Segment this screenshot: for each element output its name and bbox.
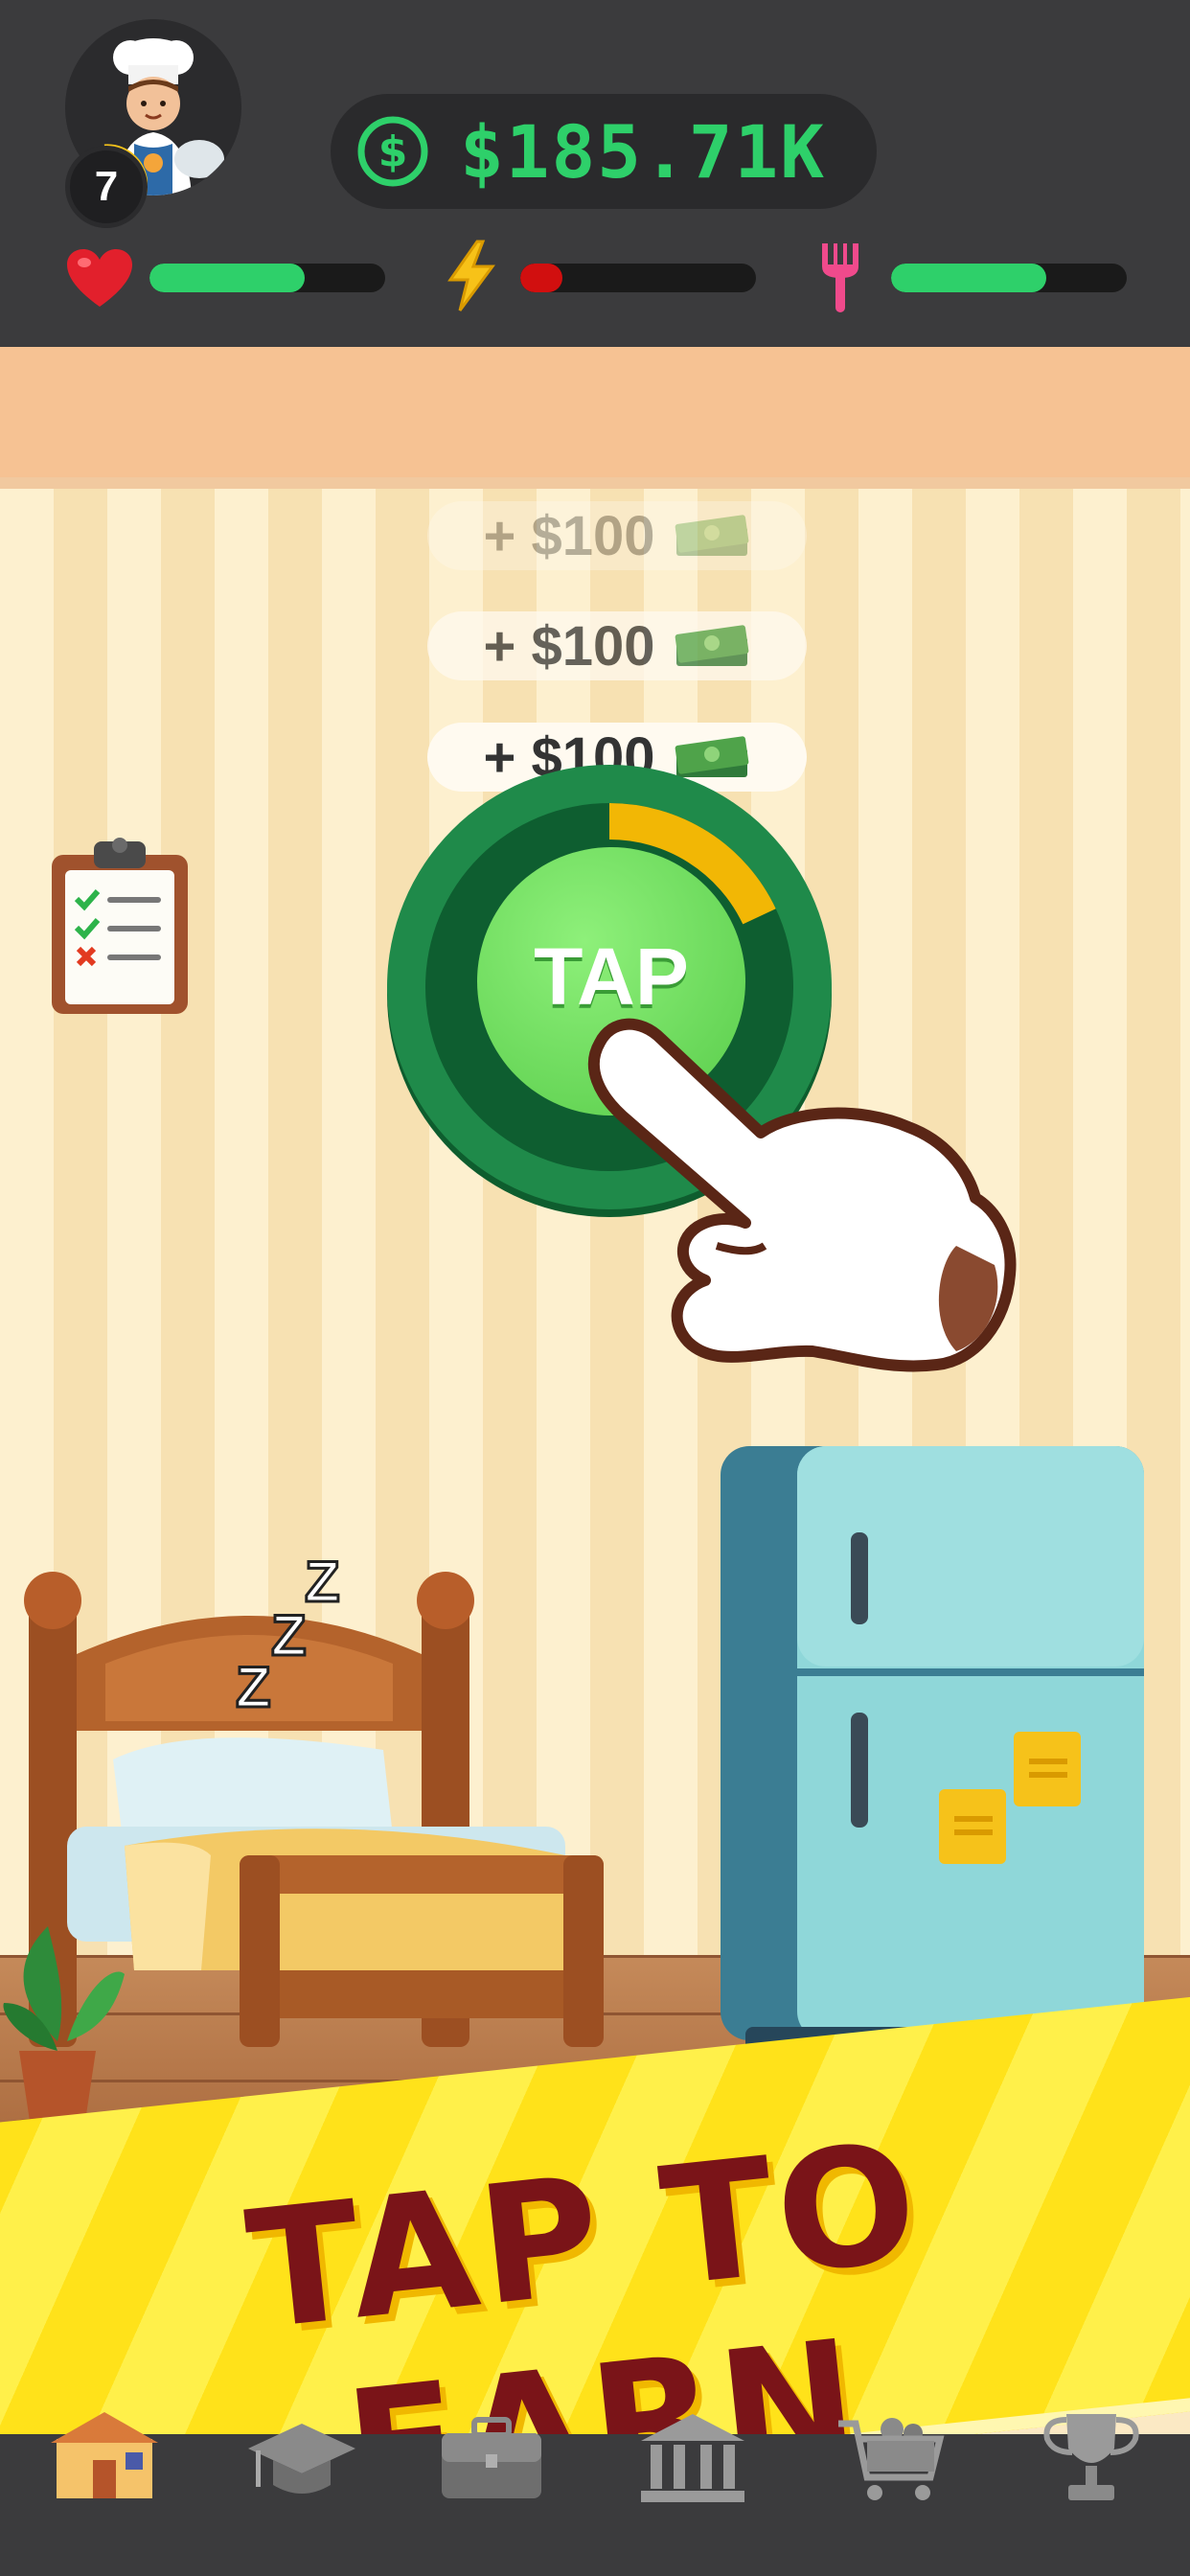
nav-item-home[interactable]	[42, 2396, 167, 2520]
nav-item-education[interactable]	[240, 2396, 364, 2520]
energy-bar	[520, 264, 756, 292]
graduation-cap-icon	[248, 2424, 355, 2494]
food-bar-fill	[891, 264, 1047, 292]
wall-trim	[0, 477, 1190, 489]
fridge-icon[interactable]	[717, 1442, 1148, 2058]
svg-text:$: $	[378, 127, 408, 176]
house-icon	[51, 2412, 158, 2498]
briefcase-icon	[442, 2417, 541, 2498]
nav-item-bank[interactable]	[630, 2396, 755, 2520]
dollar-icon: $	[357, 116, 428, 187]
energy-bar-fill	[520, 264, 563, 292]
reward-label: + $100	[483, 614, 655, 678]
health-bar-fill	[149, 264, 306, 292]
trophy-icon	[1043, 2414, 1139, 2500]
pointing-hand-icon	[587, 1018, 1017, 1372]
food-bar	[891, 264, 1127, 292]
lightning-icon	[447, 240, 495, 311]
money-display: $ $185.71K	[331, 94, 877, 209]
reward-label: + $100	[483, 504, 655, 567]
money-amount: $185.71K	[460, 108, 827, 195]
sleep-z: Z	[235, 1654, 273, 1721]
reward-popup: + $100	[427, 501, 807, 570]
sleep-z: Z	[270, 1602, 309, 1669]
cash-stack-icon	[675, 736, 748, 777]
fork-icon	[822, 243, 858, 312]
bottom-nav	[0, 2434, 1190, 2576]
clipboard-tasks-icon[interactable]	[48, 832, 192, 1018]
level-badge: 7	[65, 146, 148, 228]
sleep-z: Z	[304, 1549, 342, 1616]
cash-stack-icon	[675, 515, 748, 556]
reward-popup: + $100	[427, 611, 807, 680]
shopping-cart-icon	[838, 2418, 945, 2500]
nav-item-achievements[interactable]	[1029, 2396, 1154, 2520]
nav-item-work[interactable]	[429, 2396, 554, 2520]
wall-top	[0, 347, 1190, 483]
bank-icon	[641, 2414, 744, 2502]
heart-icon	[67, 249, 132, 307]
health-bar	[149, 264, 385, 292]
nav-item-shop[interactable]	[830, 2396, 954, 2520]
cash-stack-icon	[675, 625, 748, 666]
